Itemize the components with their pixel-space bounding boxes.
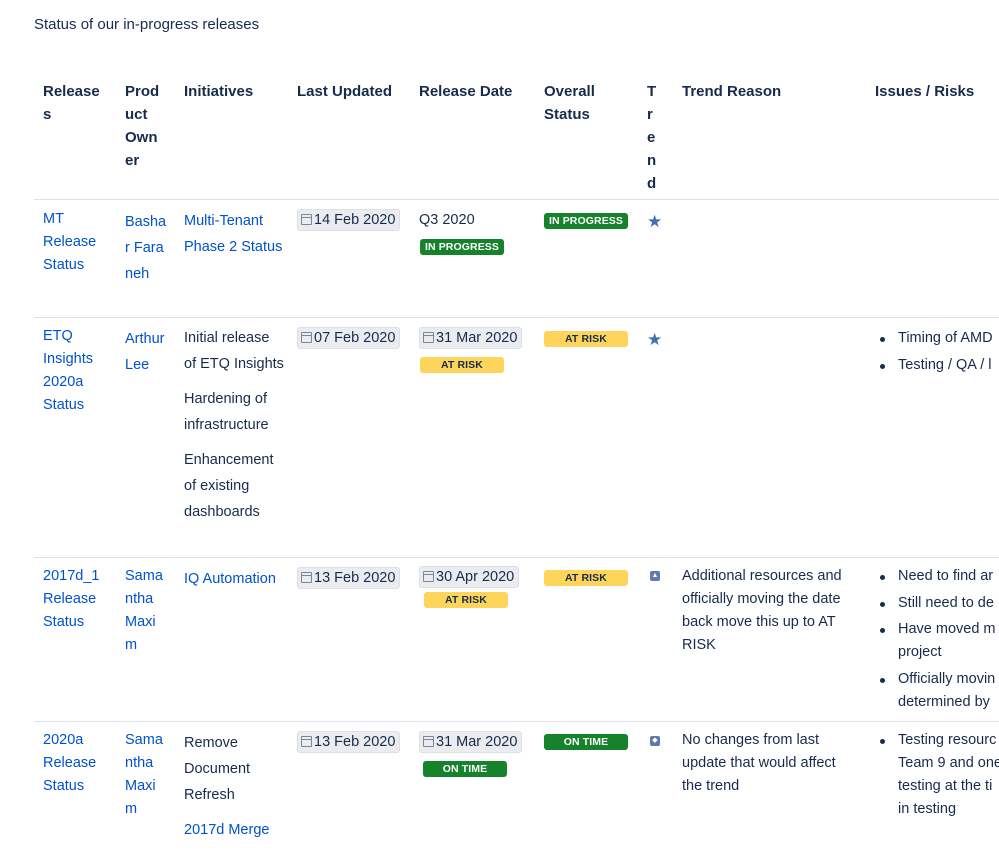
last-updated-value: 07 Feb 2020 [314,330,396,346]
release-link[interactable]: 2020a Release Status [43,729,96,798]
initiative-item: Hardening of infrastructure [184,391,269,433]
last-updated-date: 07 Feb 2020 [297,327,401,349]
row-divider [34,199,999,200]
initiative-link[interactable]: IQ Automation [184,566,284,592]
release-date-value: 31 Mar 2020 [419,327,523,349]
release-date-text: 31 Mar 2020 [436,734,518,750]
release-date-value: 30 Apr 2020 [419,566,520,588]
product-owner-link[interactable]: Samantha Maxim [125,729,167,821]
header-overall-status: Overall Status [544,83,595,123]
risk-item: Testing / QA / l [875,354,993,377]
calendar-icon [423,736,434,747]
last-updated-value: 13 Feb 2020 [314,734,396,750]
calendar-icon [301,736,312,747]
overall-status-lozenge: AT RISK [544,570,628,586]
calendar-icon [301,572,312,583]
release-date-text: 30 Apr 2020 [436,569,515,585]
risk-item-continuation: testing at the ti [898,778,993,794]
risk-item: Have moved m [875,618,996,641]
star-icon: ★ [647,330,663,349]
issues-risks-list: Testing resourc Team 9 and one testing a… [875,729,999,825]
risk-item: Still need to de [875,592,996,615]
initiative-item: Enhancement of existing dashboards [184,452,274,520]
risk-item: Need to find ar [875,565,996,588]
last-updated-date: 13 Feb 2020 [297,567,401,589]
product-owner-link[interactable]: Bashar Faraneh [125,209,167,287]
flat-arrow-icon [650,734,660,747]
product-owner-link[interactable]: Samantha Maxim [125,565,167,657]
release-date-status-lozenge: ON TIME [423,761,507,777]
header-issues-risks: Issues / Risks [875,83,975,100]
risk-item: Testing resourc [875,729,999,752]
header-trend: Trend [647,83,657,192]
overall-status-lozenge: IN PROGRESS [544,213,628,229]
header-last-updated: Last Updated [297,83,393,100]
calendar-icon [423,332,434,343]
initiatives-list: Initial release of ETQ Insights Hardenin… [184,325,284,534]
last-updated-value: 13 Feb 2020 [314,570,396,586]
risk-item-continuation: in testing [898,801,957,817]
release-date-value: 31 Mar 2020 [419,731,523,753]
row-divider [34,557,999,558]
last-updated-date: 13 Feb 2020 [297,731,401,753]
star-icon: ★ [647,212,663,231]
initiative-link[interactable]: Multi-Tenant Phase 2 Status [184,208,284,260]
release-date-status-lozenge: AT RISK [424,592,508,608]
header-releases: Releases [43,83,100,123]
initiatives-list: Remove Document Refresh 2017d Merge [184,730,284,852]
release-link[interactable]: 2017d_1 Release Status [43,565,105,634]
product-owner-link[interactable]: Arthur Lee [125,326,167,378]
overall-status-lozenge: AT RISK [544,331,628,347]
table-caption: Status of our in-progress releases [34,16,260,33]
header-trend-reason: Trend Reason [682,83,782,100]
initiative-item: Remove Document Refresh [184,735,251,803]
release-link[interactable]: MT Release Status [43,208,105,277]
risk-item: Officially movin [875,668,996,691]
risk-item-continuation: determined by [898,693,990,710]
initiative-link[interactable]: 2017d Merge [184,817,284,843]
last-updated-date: 14 Feb 2020 [297,209,401,231]
row-divider [34,721,999,722]
release-date-status-lozenge: IN PROGRESS [420,239,504,255]
release-date-status-lozenge: AT RISK [420,357,504,373]
calendar-icon [423,571,434,582]
release-date-text: 31 Mar 2020 [436,330,518,346]
last-updated-value: 14 Feb 2020 [314,212,396,228]
arrow-up-icon [650,569,660,582]
initiative-item: Initial release of ETQ Insights [184,330,284,372]
trend-reason-text: No changes from last update that would a… [682,732,836,794]
calendar-icon [301,332,312,343]
risk-item-continuation: project [898,644,942,660]
risk-item: Timing of AMD [875,327,993,350]
row-divider [34,317,999,318]
calendar-icon [301,214,312,225]
release-link[interactable]: ETQ Insights 2020a Status [43,325,93,417]
header-release-date: Release Date [419,83,513,100]
issues-risks-list: Timing of AMD Testing / QA / l [875,327,993,381]
header-initiatives: Initiatives [184,83,254,100]
overall-status-lozenge: ON TIME [544,734,628,750]
release-date-value: Q3 2020 [419,212,475,228]
trend-reason-text: Additional resources and officially movi… [682,568,842,653]
header-product-owner: Product Owner [125,83,160,169]
risk-item-continuation: Team 9 and one [898,755,999,771]
issues-risks-list: Need to find ar Still need to de Have mo… [875,565,996,717]
